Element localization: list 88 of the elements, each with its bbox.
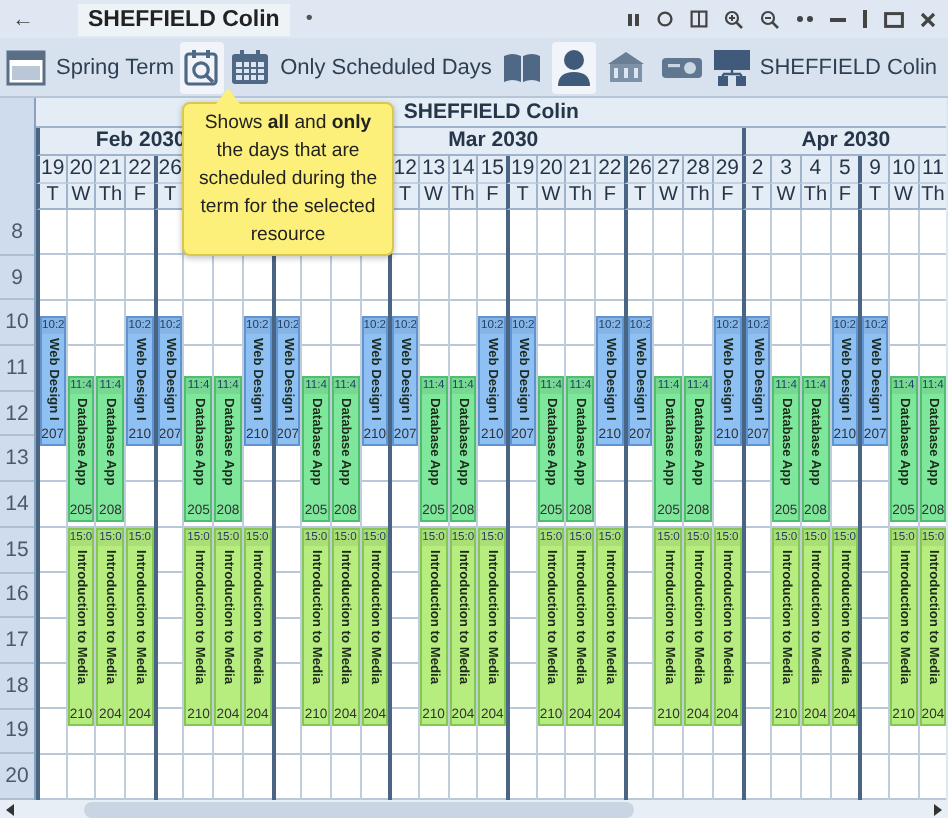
calendar-icon[interactable]: [6, 49, 46, 85]
hour-label: 18: [0, 663, 34, 710]
day-number: 13: [417, 156, 448, 184]
hour-label: 14: [0, 482, 34, 528]
day-number: 20: [535, 156, 565, 184]
weekday-label: Th: [917, 184, 947, 210]
maximize-icon[interactable]: [884, 11, 904, 27]
columns-icon[interactable]: [690, 10, 708, 28]
day-number: 22: [124, 156, 154, 184]
weekday-label: W: [887, 184, 918, 210]
term-label[interactable]: Spring Term: [56, 55, 175, 79]
scroll-left-icon[interactable]: [6, 804, 16, 816]
day-number: 3: [770, 156, 800, 184]
weekday-label: Th: [94, 184, 125, 210]
projector-icon: [659, 54, 704, 80]
day-number: 19: [36, 156, 66, 184]
hour-label: 11: [0, 346, 34, 392]
hour-label: 19: [0, 709, 34, 755]
day-number: 29: [711, 156, 741, 184]
calendar-search-icon: [184, 47, 221, 87]
more-icon[interactable]: [796, 14, 814, 24]
weekday-label: F: [476, 184, 506, 210]
weekday-label: Th: [799, 184, 830, 210]
weekday-label: W: [65, 184, 95, 210]
weekday-label: W: [417, 184, 448, 210]
day-number: 10: [887, 156, 918, 184]
day-number: 19: [506, 156, 536, 184]
weekday-label: T: [741, 184, 771, 210]
tab-status-dot: •: [305, 8, 313, 30]
scrollbar-thumb[interactable]: [84, 802, 634, 818]
day-number: 26: [153, 156, 183, 184]
weekday-label: T: [36, 184, 66, 210]
hour-label: 8: [0, 210, 34, 256]
hour-label: 9: [0, 255, 34, 301]
book-icon: [501, 51, 542, 83]
weekday-label: W: [652, 184, 683, 210]
weekday-label: F: [594, 184, 624, 210]
day-number: 14: [447, 156, 477, 184]
day-number: 5: [829, 156, 859, 184]
weekday-label: Th: [682, 184, 712, 210]
weekday-label: F: [829, 184, 859, 210]
weekday-label: T: [506, 184, 536, 210]
day-number: 22: [594, 156, 624, 184]
refresh-icon[interactable]: [656, 10, 674, 28]
pause-icon[interactable]: [626, 11, 640, 27]
scroll-right-icon[interactable]: [932, 804, 942, 816]
close-icon[interactable]: [920, 11, 936, 27]
zoom-out-icon[interactable]: [760, 9, 780, 29]
day-number: 27: [652, 156, 683, 184]
org-chart-icon[interactable]: [713, 48, 750, 86]
day-number: 28: [682, 156, 712, 184]
document-tab[interactable]: SHEFFIELD Colin: [78, 3, 290, 35]
person-button[interactable]: [551, 41, 596, 93]
hour-label: 13: [0, 436, 34, 483]
weekday-label: F: [711, 184, 741, 210]
day-number: 21: [564, 156, 595, 184]
weekday-label: T: [623, 184, 653, 210]
zoom-calendar-button[interactable]: [180, 41, 225, 93]
day-number: 4: [799, 156, 830, 184]
weekday-label: W: [770, 184, 800, 210]
back-button[interactable]: ←: [12, 7, 34, 31]
weekday-label: W: [535, 184, 565, 210]
day-number: 26: [623, 156, 653, 184]
person-icon: [555, 47, 592, 87]
minimize-icon[interactable]: [830, 15, 846, 23]
hour-label: 17: [0, 618, 34, 664]
hour-label: 15: [0, 527, 34, 573]
building-icon: [605, 50, 646, 84]
weekday-label: T: [858, 184, 888, 210]
hour-label: 10: [0, 300, 34, 347]
day-number: 9: [858, 156, 888, 184]
weekday-label: Th: [564, 184, 595, 210]
weekday-label: F: [124, 184, 154, 210]
hour-label: 16: [0, 573, 34, 619]
horizontal-scrollbar[interactable]: [0, 800, 948, 818]
calendar-grid-icon[interactable]: [230, 48, 271, 86]
day-number: 20: [65, 156, 95, 184]
weekday-label: T: [153, 184, 183, 210]
month-header: Apr 2030: [741, 128, 947, 156]
view-mode-label[interactable]: Only Scheduled Days: [280, 55, 492, 79]
day-number: 15: [476, 156, 506, 184]
day-number: 11: [917, 156, 947, 184]
weekday-label: Th: [447, 184, 477, 210]
hour-label: 12: [0, 391, 34, 437]
day-number: 2: [741, 156, 771, 184]
resource-label[interactable]: SHEFFIELD Colin: [759, 55, 938, 79]
day-number: 21: [94, 156, 125, 184]
zoom-in-icon[interactable]: [724, 9, 744, 29]
